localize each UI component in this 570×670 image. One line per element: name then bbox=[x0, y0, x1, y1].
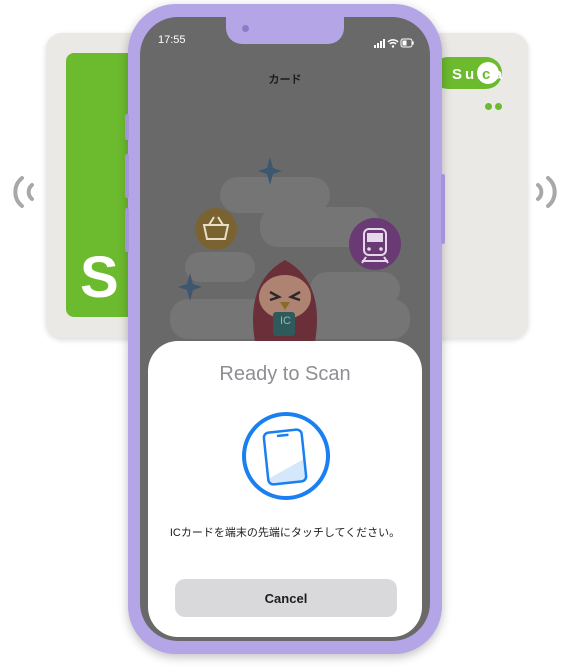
notch bbox=[226, 17, 344, 44]
page-title: カード bbox=[268, 74, 302, 86]
cancel-button[interactable]: Cancel bbox=[175, 579, 397, 617]
power-button bbox=[441, 174, 445, 244]
camera-dot bbox=[242, 25, 249, 32]
train-icon bbox=[349, 218, 401, 270]
sparkle-icon bbox=[258, 157, 282, 185]
signal-icon bbox=[374, 39, 385, 48]
card-letter: S bbox=[80, 245, 119, 310]
wifi-icon bbox=[387, 39, 399, 48]
sparkle-icon bbox=[178, 273, 202, 301]
sheet-title: Ready to Scan bbox=[219, 363, 351, 385]
status-icons bbox=[374, 35, 414, 53]
mute-switch bbox=[125, 114, 129, 140]
basket-icon bbox=[195, 208, 237, 250]
volume-down-button bbox=[125, 208, 129, 252]
ic-badge-text: IC bbox=[280, 315, 291, 327]
scan-instruction: ICカードを端末の先端にタッチしてください。 bbox=[169, 527, 401, 539]
volume-up-button bbox=[125, 154, 129, 198]
svg-text:Sui: Sui bbox=[452, 66, 484, 83]
phone-scan-icon bbox=[242, 412, 330, 500]
card-dots bbox=[482, 97, 502, 115]
svg-text:a: a bbox=[494, 66, 503, 83]
status-time: 17:55 bbox=[158, 34, 186, 46]
scan-sheet: Ready to Scan ICカードを端末の先端にタッチしてください。 Can… bbox=[148, 341, 422, 637]
battery-icon bbox=[400, 38, 414, 48]
nfc-wave-left-icon bbox=[13, 176, 34, 208]
phone-screen: 17:55 カード IC Ready to Scan ICカードを端末の先端にタ… bbox=[140, 17, 430, 641]
penguin-icon bbox=[253, 260, 317, 342]
phone-frame: 17:55 カード IC Ready to Scan ICカードを端末の先端にタ… bbox=[125, 4, 445, 654]
svg-text:c: c bbox=[482, 66, 490, 83]
nfc-wave-right-icon bbox=[536, 176, 557, 208]
